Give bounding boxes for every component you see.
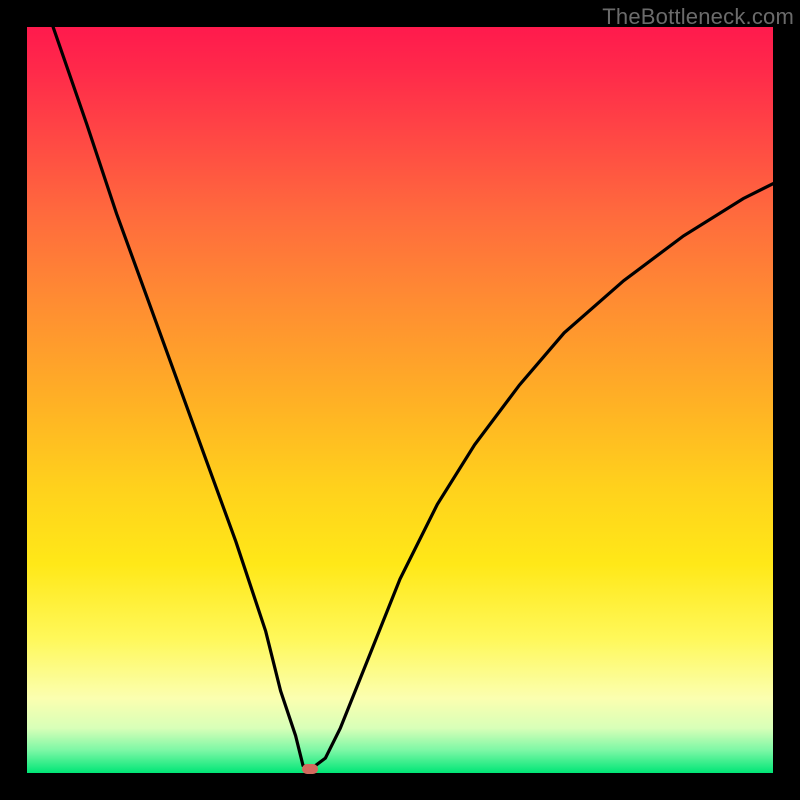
chart-frame: TheBottleneck.com bbox=[0, 0, 800, 800]
min-point-marker bbox=[302, 764, 318, 774]
watermark-text: TheBottleneck.com bbox=[602, 4, 794, 30]
curve-path bbox=[53, 27, 773, 769]
plot-area bbox=[27, 27, 773, 773]
bottleneck-curve bbox=[27, 27, 773, 773]
